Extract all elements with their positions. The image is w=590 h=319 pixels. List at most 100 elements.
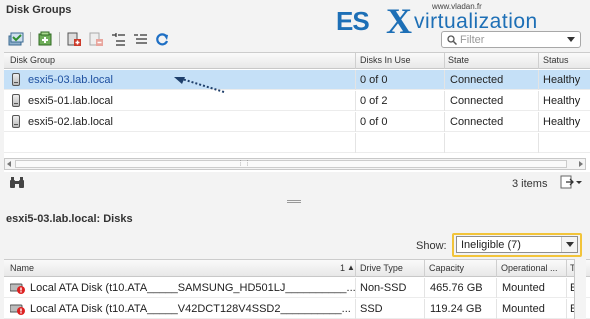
vertical-scrollbar[interactable] [574,259,586,319]
host-disk-icon [12,73,20,86]
column-divider[interactable] [444,53,445,69]
column-header-disks-in-use[interactable]: Disks In Use [360,55,411,69]
collapse-all-icon[interactable] [132,31,148,47]
disk-group-name: esxi5-01.lab.local [28,95,113,107]
toolbar [8,30,176,48]
table-row[interactable]: esxi5-02.lab.local 0 of 0 Connected Heal… [4,112,590,132]
table-header: Name 1 ▲ Drive Type Capacity Operational… [4,260,590,277]
cell-divider [444,133,445,153]
show-filter-select[interactable]: Ineligible (7) [456,236,578,253]
table-row[interactable]: esxi5-01.lab.local 0 of 2 Connected Heal… [4,91,590,111]
expand-all-icon[interactable] [110,31,126,47]
table-row[interactable]: Local ATA Disk (t10.ATA_____SAMSUNG_HD50… [4,278,590,298]
scroll-right-arrow-icon[interactable] [579,161,583,167]
disk-name-cell: Local ATA Disk (t10.ATA_____SAMSUNG_HD50… [30,282,356,294]
column-divider[interactable] [566,260,567,277]
column-header-name[interactable]: Name [10,263,34,273]
claim-disks-icon[interactable] [8,31,24,47]
scrollbar-thumb[interactable] [15,160,567,168]
operational-cell: Mounted [502,303,545,315]
cell-divider [444,70,445,90]
items-count: 3 items [512,178,548,190]
status-cell: Healthy [543,74,581,86]
cell-divider [538,112,539,132]
disks-table: Name 1 ▲ Drive Type Capacity Operational… [4,259,590,319]
hard-disk-warning-icon [9,282,26,294]
splitter-grip-icon[interactable] [287,200,301,203]
show-filter-value: Ineligible (7) [461,239,521,251]
cell-divider [496,299,497,319]
cell-divider [444,91,445,111]
cell-divider [566,278,567,298]
drive-type-cell: Non-SSD [360,282,407,294]
panel-title: Disk Groups [6,4,72,16]
search-icon [447,35,458,48]
cell-divider [355,133,356,153]
cell-divider [496,278,497,298]
empty-row [4,133,590,153]
drive-type-cell: SSD [360,303,383,315]
column-header-status[interactable]: Status [543,55,569,69]
table-footer: 3 items [4,172,590,196]
disks-in-use-cell: 0 of 2 [360,95,388,107]
cell-divider [566,299,567,319]
horizontal-scrollbar[interactable]: ⋮⋮ [4,158,586,170]
state-cell: Connected [450,95,504,107]
hard-disk-warning-icon [9,303,26,315]
grip-icon: ⋮⋮ [237,160,251,167]
toolbar-separator [59,32,60,46]
cell-divider [355,299,356,319]
cell-divider [355,91,356,111]
cell-divider [538,91,539,111]
capacity-cell: 119.24 GB [430,303,482,315]
filter-input-box[interactable] [441,31,581,48]
column-header-state[interactable]: State [448,55,469,69]
state-cell: Connected [450,74,504,86]
column-divider[interactable] [355,260,356,277]
refresh-icon[interactable] [154,31,170,47]
add-disk-icon[interactable] [66,31,82,47]
export-icon[interactable] [560,175,582,192]
disk-name-cell: Local ATA Disk (t10.ATA_____V42DCT128V4S… [30,303,351,315]
table-row[interactable]: esxi5-03.lab.local 0 of 0 Connected Heal… [4,70,590,93]
binoculars-icon[interactable] [10,177,24,192]
toolbar-separator [30,32,31,46]
host-disk-icon [12,115,20,128]
cell-divider [355,278,356,298]
column-header-capacity[interactable]: Capacity [429,263,464,273]
state-cell: Connected [450,116,504,128]
column-divider[interactable] [496,260,497,277]
watermark-logo: www.vladan.fr ES X virtualization [336,1,586,41]
create-disk-group-icon[interactable] [37,31,53,47]
column-divider[interactable] [424,260,425,277]
sort-ascending-icon[interactable]: ▲ [347,263,355,272]
column-header-operational[interactable]: Operational ... [501,263,558,273]
status-cell: Healthy [543,95,581,107]
scroll-left-arrow-icon[interactable] [7,161,11,167]
panel-splitter[interactable] [0,198,590,206]
sort-index: 1 [340,263,346,273]
cell-divider [424,278,425,298]
column-header-drive-type[interactable]: Drive Type [360,263,403,273]
show-label: Show: [416,240,447,252]
host-disk-icon [12,94,20,107]
remove-disk-icon[interactable] [88,31,104,47]
disk-groups-table: Disk Group Disks In Use State Status esx… [4,52,590,172]
watermark-x: X [386,1,412,41]
disk-group-name: esxi5-03.lab.local [28,74,113,86]
table-header: Disk Group Disks In Use State Status [4,53,590,69]
capacity-cell: 465.76 GB [430,282,483,294]
disk-group-name: esxi5-02.lab.local [28,116,113,128]
filter-input[interactable] [460,33,560,46]
column-divider[interactable] [355,53,356,69]
chevron-down-icon[interactable] [561,237,577,252]
disks-in-use-cell: 0 of 0 [360,74,388,86]
chevron-down-icon[interactable] [567,37,575,42]
cell-divider [424,299,425,319]
column-divider[interactable] [538,53,539,69]
disks-in-use-cell: 0 of 0 [360,116,388,128]
column-header-disk-group[interactable]: Disk Group [10,55,55,69]
table-row[interactable]: Local ATA Disk (t10.ATA_____V42DCT128V4S… [4,299,590,319]
disks-panel-title: esxi5-03.lab.local: Disks [6,213,133,225]
cell-divider [444,112,445,132]
